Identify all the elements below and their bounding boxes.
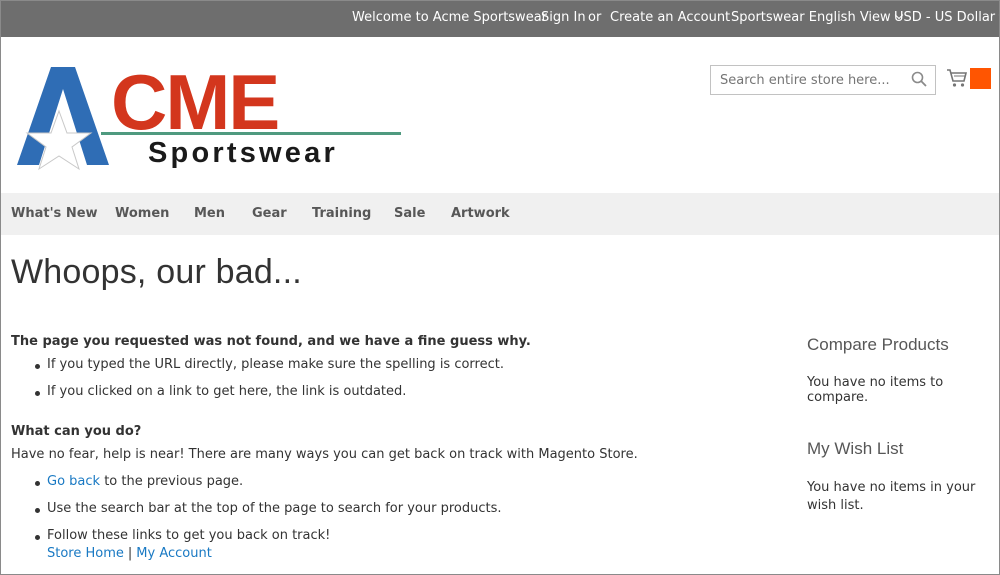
search-icon[interactable] bbox=[911, 71, 927, 87]
nav-item-artwork[interactable]: Artwork bbox=[451, 206, 510, 221]
nav-item-men[interactable]: Men bbox=[194, 206, 225, 221]
follow-links-item: Follow these links to get you back on tr… bbox=[34, 528, 331, 543]
store-view-label: Sportswear English View bbox=[731, 10, 891, 25]
go-back-text: to the previous page. bbox=[104, 474, 244, 489]
create-account-link[interactable]: Create an Account bbox=[610, 10, 730, 25]
acme-sportswear-logo: CME Sportswear bbox=[17, 58, 401, 171]
currency-switcher[interactable]: USD - US Dollar bbox=[894, 10, 999, 25]
or-text: or bbox=[588, 10, 602, 25]
welcome-message: Welcome to Acme Sportswear bbox=[352, 10, 547, 25]
svg-text:Sportswear: Sportswear bbox=[148, 137, 338, 169]
nav-item-sale[interactable]: Sale bbox=[394, 206, 425, 221]
nav-item-gear[interactable]: Gear bbox=[252, 206, 287, 221]
search-input[interactable] bbox=[710, 65, 936, 95]
sign-in-link[interactable]: Sign In bbox=[541, 10, 586, 25]
top-bar: Welcome to Acme Sportswear Sign In or Cr… bbox=[1, 1, 999, 37]
page-title: Whoops, our bad... bbox=[11, 253, 302, 291]
reason-item: If you clicked on a link to get here, th… bbox=[34, 384, 407, 399]
currency-label: USD - US Dollar bbox=[894, 10, 996, 25]
go-back-item: Go back to the previous page. bbox=[34, 474, 244, 489]
help-text: Have no fear, help is near! There are ma… bbox=[11, 447, 638, 462]
wish-list-title: My Wish List bbox=[807, 439, 904, 458]
page-frame: Welcome to Acme Sportswear Sign In or Cr… bbox=[0, 0, 1000, 575]
wish-list-empty-text: You have no items in your wish list. bbox=[807, 480, 976, 513]
main-navigation: What's New Women Men Gear Training Sale … bbox=[1, 193, 999, 235]
not-found-heading: The page you requested was not found, an… bbox=[11, 334, 531, 349]
compare-products-title: Compare Products bbox=[807, 335, 949, 354]
my-account-link[interactable]: My Account bbox=[136, 546, 212, 561]
nav-item-whats-new[interactable]: What's New bbox=[11, 206, 98, 221]
what-can-you-do-heading: What can you do? bbox=[11, 424, 142, 439]
search-tip-item: Use the search bar at the top of the pag… bbox=[35, 501, 502, 516]
store-view-switcher[interactable]: Sportswear English View bbox=[731, 10, 903, 25]
helpful-links: Store Home | My Account bbox=[47, 546, 212, 561]
cart-icon[interactable] bbox=[946, 68, 968, 88]
nav-item-training[interactable]: Training bbox=[312, 206, 371, 221]
store-logo[interactable]: CME Sportswear bbox=[15, 58, 407, 173]
compare-products-empty-text: You have no items to compare. bbox=[807, 375, 944, 405]
link-separator: | bbox=[127, 546, 133, 561]
reason-item: If you typed the URL directly, please ma… bbox=[35, 357, 504, 372]
go-back-link[interactable]: Go back bbox=[47, 474, 100, 489]
store-home-link[interactable]: Store Home bbox=[47, 546, 124, 561]
nav-item-women[interactable]: Women bbox=[115, 206, 169, 221]
cart-counter-badge[interactable] bbox=[970, 68, 991, 89]
